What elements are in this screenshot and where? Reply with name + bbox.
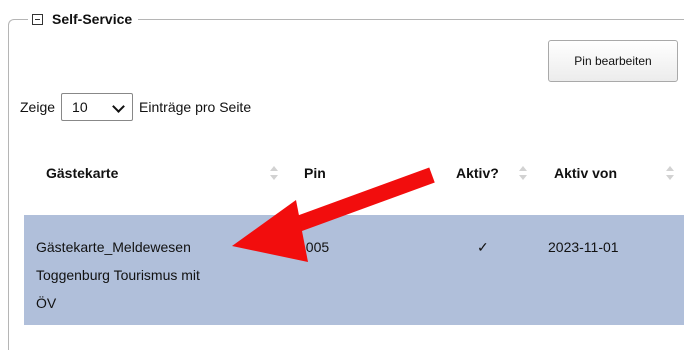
column-header-label: Pin — [304, 165, 326, 181]
sort-icon[interactable] — [666, 166, 674, 180]
column-header-aktiv[interactable]: Aktiv? — [456, 152, 499, 194]
column-header-label: Gästekarte — [46, 165, 119, 181]
edit-pin-button[interactable]: Pin bearbeiten — [548, 40, 678, 82]
table-header: Gästekarte Pin Aktiv? Aktiv von — [24, 152, 684, 194]
sort-descending-icon[interactable] — [420, 166, 428, 180]
column-header-label: Aktiv? — [456, 165, 499, 181]
page-length-value: 10 — [72, 99, 88, 115]
table-row[interactable]: Gästekarte_Meldewesen Toggenburg Tourism… — [24, 215, 684, 325]
fieldset-legend[interactable]: Self-Service — [28, 9, 139, 29]
sort-icon[interactable] — [519, 166, 527, 180]
cell-text: ÖV — [36, 295, 57, 311]
cell-text: Gästekarte_Meldewesen — [36, 239, 191, 255]
fieldset-title: Self-Service — [52, 11, 133, 27]
column-header-gaestekarte[interactable]: Gästekarte — [46, 152, 118, 194]
page-length-select[interactable]: 10 — [61, 93, 134, 121]
column-header-aktiv-von[interactable]: Aktiv von — [554, 152, 617, 194]
chevron-down-icon — [112, 100, 125, 113]
cell-aktiv-von: 2023-11-01 — [548, 239, 619, 255]
length-suffix-label: Einträge pro Seite — [139, 99, 252, 115]
page-length-control: Zeige 10 Einträge pro Seite — [20, 93, 251, 121]
cell-text: Toggenburg Tourismus mit — [36, 267, 200, 283]
column-header-label: Aktiv von — [554, 165, 618, 181]
length-prefix-label: Zeige — [20, 99, 56, 115]
cell-gaestekarte: Gästekarte_Meldewesen Toggenburg Tourism… — [36, 233, 281, 317]
cell-pin: 1005 — [298, 239, 330, 255]
column-header-pin[interactable]: Pin — [304, 152, 326, 194]
minus-box-icon[interactable] — [32, 13, 43, 25]
checkmark-icon: ✓ — [477, 239, 489, 255]
sort-icon[interactable] — [270, 166, 278, 180]
